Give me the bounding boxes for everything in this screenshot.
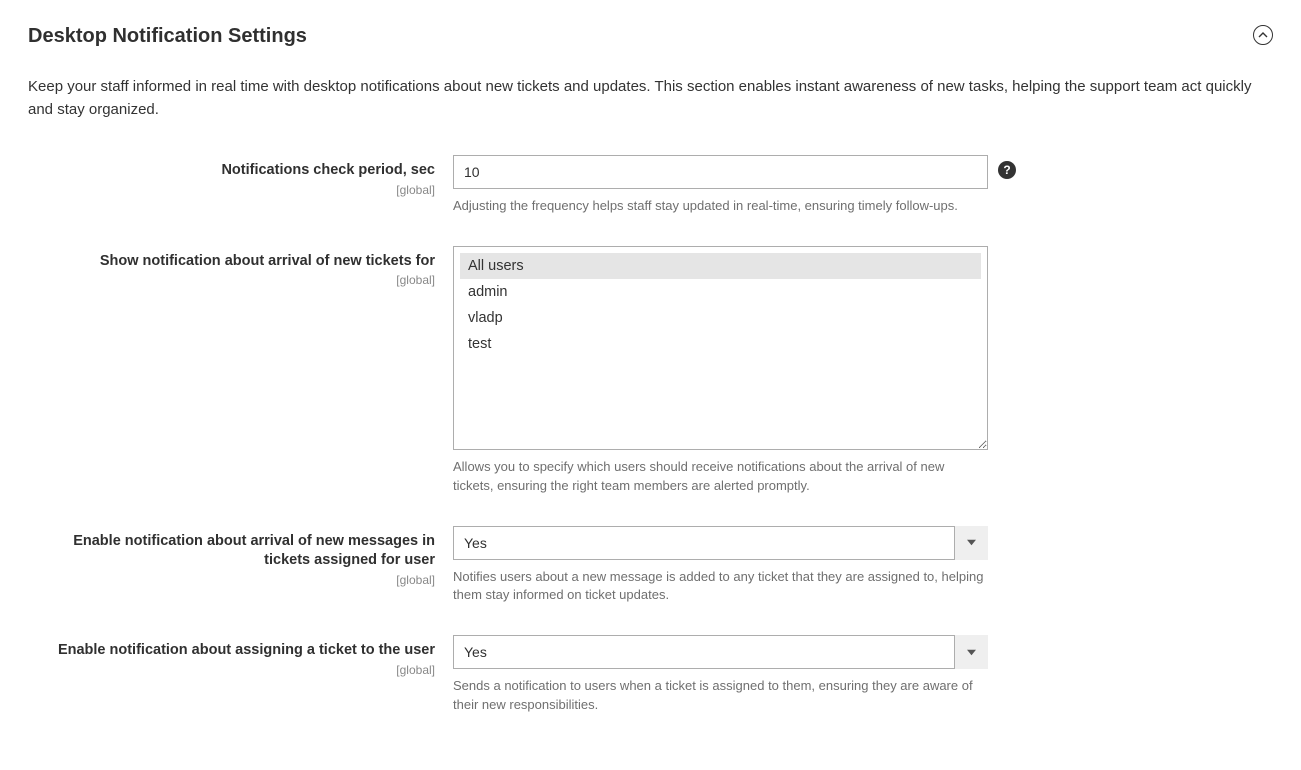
- row-new-messages: Enable notification about arrival of new…: [28, 526, 1273, 606]
- chevron-up-icon: [1258, 30, 1268, 40]
- label-check-period: Notifications check period, sec: [28, 161, 435, 181]
- help-new-ticket-users: Allows you to specify which users should…: [453, 458, 988, 496]
- scope-assign-ticket: [global]: [28, 663, 435, 677]
- section-description: Keep your staff informed in real time wi…: [28, 76, 1273, 121]
- help-new-messages: Notifies users about a new message is ad…: [453, 568, 988, 606]
- multiselect-option[interactable]: admin: [460, 279, 981, 305]
- multiselect-option[interactable]: All users: [460, 253, 981, 279]
- multiselect-new-ticket-users[interactable]: All usersadminvladptest: [453, 246, 988, 450]
- label-assign-ticket: Enable notification about assigning a ti…: [28, 641, 435, 661]
- scope-new-messages: [global]: [28, 573, 435, 587]
- row-new-ticket-users: Show notification about arrival of new t…: [28, 246, 1273, 496]
- select-assign-ticket[interactable]: Yes: [453, 635, 988, 669]
- row-check-period: Notifications check period, sec [global]…: [28, 155, 1273, 216]
- label-new-ticket-users: Show notification about arrival of new t…: [28, 252, 435, 272]
- multiselect-option[interactable]: vladp: [460, 305, 981, 331]
- help-check-period: Adjusting the frequency helps staff stay…: [453, 197, 988, 216]
- select-new-messages[interactable]: Yes: [453, 526, 988, 560]
- multiselect-option[interactable]: test: [460, 331, 981, 357]
- help-assign-ticket: Sends a notification to users when a tic…: [453, 677, 988, 715]
- scope-new-ticket-users: [global]: [28, 273, 435, 287]
- label-new-messages: Enable notification about arrival of new…: [28, 532, 435, 571]
- row-assign-ticket: Enable notification about assigning a ti…: [28, 635, 1273, 715]
- section-title: Desktop Notification Settings: [28, 25, 307, 48]
- collapse-button[interactable]: [1253, 25, 1273, 45]
- scope-check-period: [global]: [28, 183, 435, 197]
- help-icon[interactable]: ?: [998, 161, 1016, 179]
- input-check-period[interactable]: [453, 155, 988, 189]
